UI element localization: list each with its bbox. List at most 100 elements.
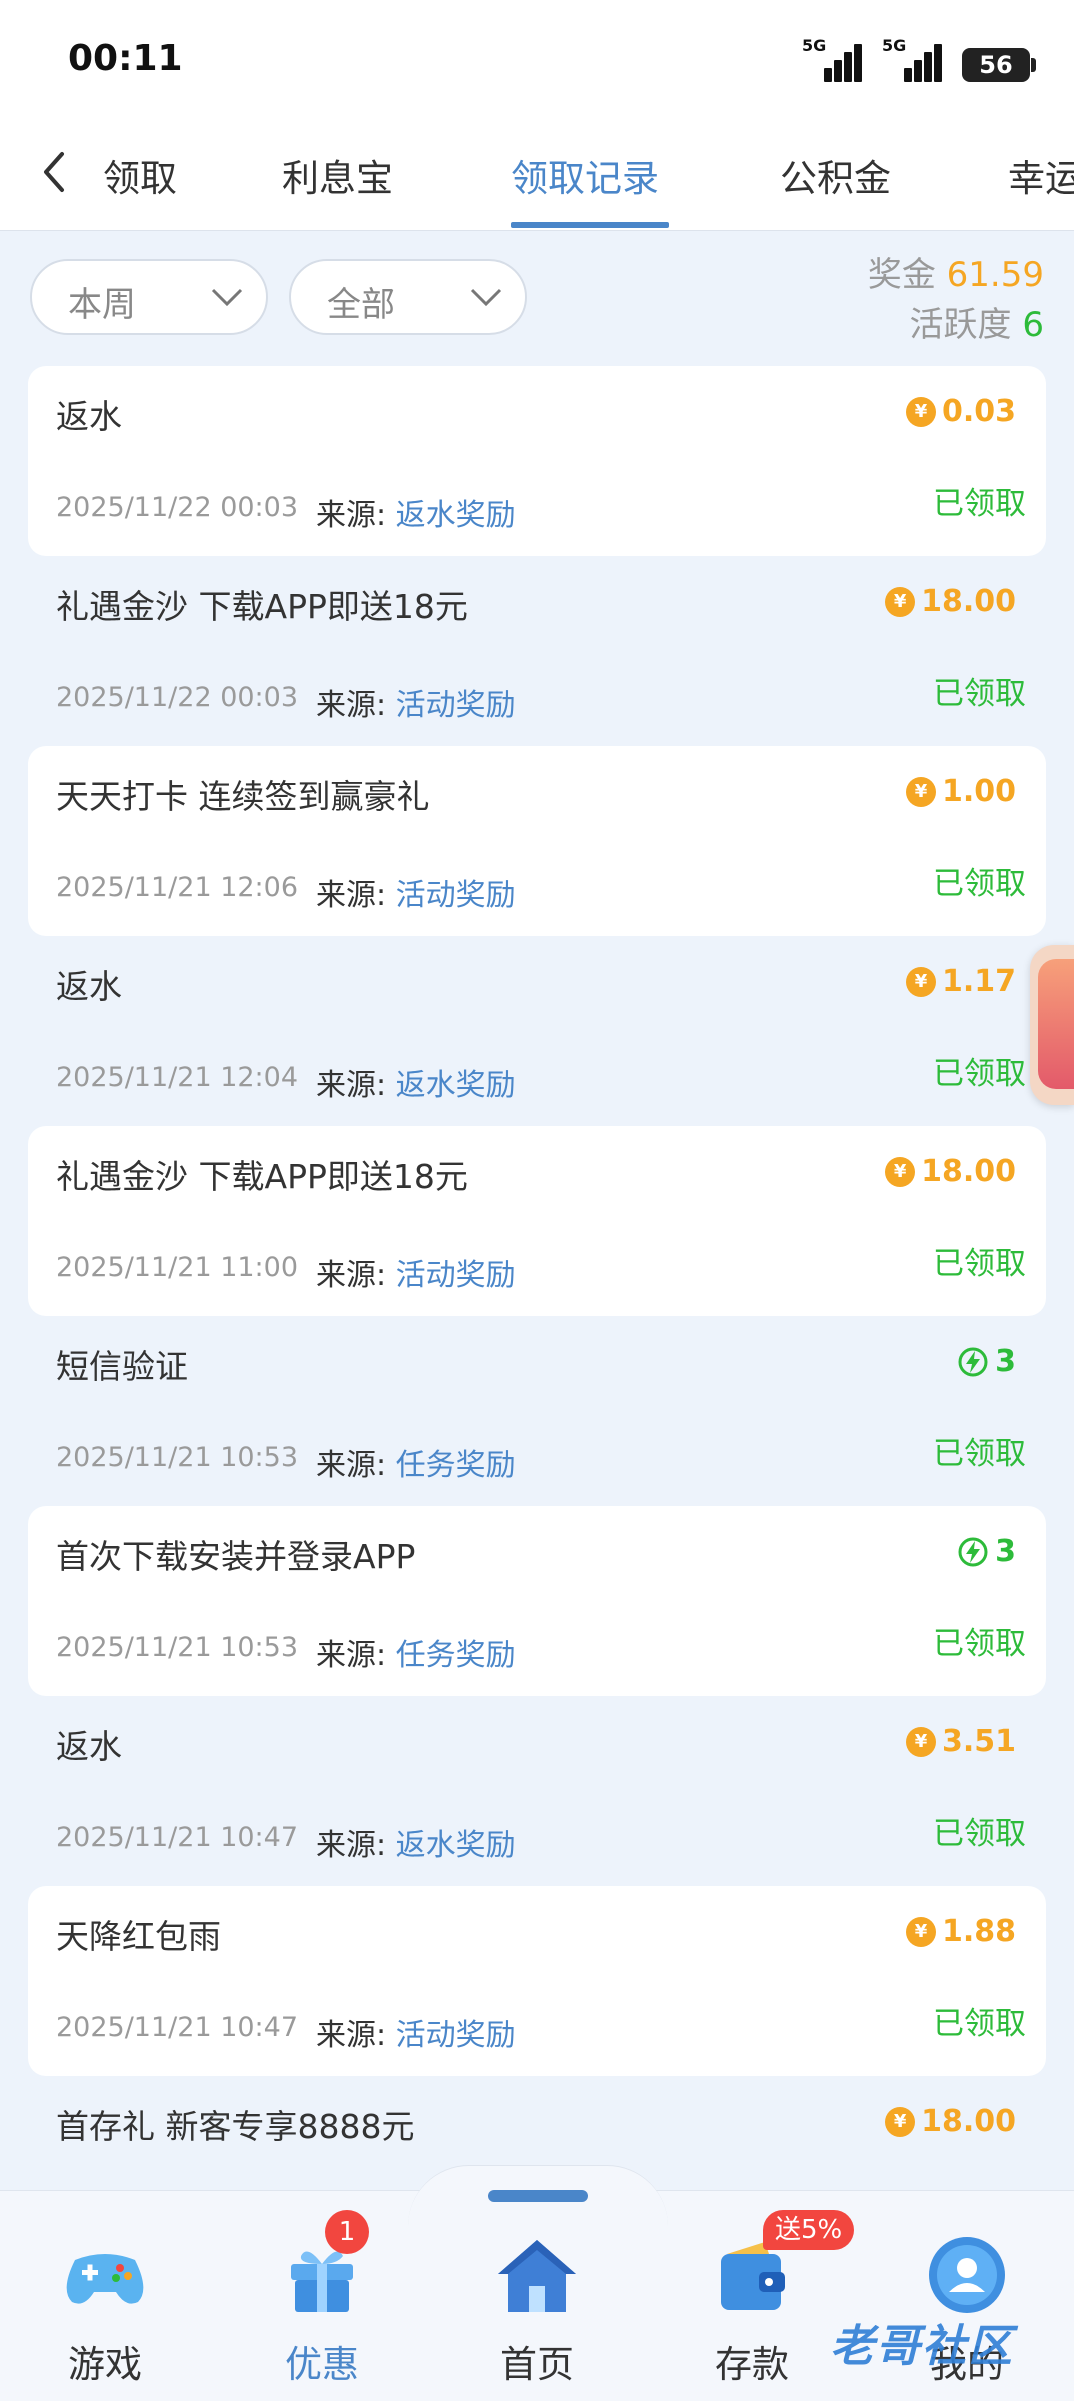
tab-claim-records[interactable]: 领取记录 (511, 148, 659, 202)
record-source: 来源: 活动奖励 (316, 688, 516, 723)
energy-bolt-icon (958, 1347, 988, 1376)
nav-games-label: 游戏 (68, 2343, 142, 2386)
record-title: 礼遇金沙 下载APP即送18元 (56, 1157, 468, 1196)
period-filter[interactable]: 本周 (30, 259, 268, 335)
record-date: 2025/11/21 10:53 (56, 1632, 299, 1663)
record-title: 返水 (56, 967, 122, 1006)
coin-icon: ¥ (905, 396, 936, 427)
record-amount: ¥1.00 (905, 774, 1016, 809)
record-row: 短信验证 3 2025/11/21 10:53 来源: 任务奖励 已领取 (28, 1316, 1046, 1506)
tab-active-indicator (511, 222, 669, 228)
coin-icon: ¥ (905, 966, 936, 997)
nav-games[interactable]: 游戏 (30, 2230, 180, 2388)
record-source: 来源: 返水奖励 (316, 1828, 516, 1863)
record-source-link[interactable]: 任务奖励 (396, 1448, 516, 1483)
gift-icon: 1 (277, 2210, 369, 2320)
record-amount: ¥1.17 (905, 964, 1016, 999)
user-icon (922, 2230, 1012, 2320)
record-row: 礼遇金沙 下载APP即送18元 ¥18.00 2025/11/22 00:03 来源:… (28, 556, 1046, 746)
record-source-link[interactable]: 任务奖励 (396, 1638, 516, 1673)
record-title: 首次下载安装并登录APP (56, 1537, 416, 1576)
nav-home[interactable]: 首页 (462, 2230, 612, 2388)
type-filter[interactable]: 全部 (289, 259, 527, 335)
record-amount: ¥0.03 (905, 394, 1016, 429)
coin-icon: ¥ (885, 1156, 916, 1187)
record-row: 返水 ¥1.17 2025/11/21 12:04 来源: 返水奖励 已领取 (28, 936, 1046, 1126)
back-arrow-icon[interactable] (34, 142, 74, 202)
status-time: 00:11 (68, 38, 183, 79)
nav-promotions[interactable]: 1 优惠 (247, 2210, 397, 2388)
record-date: 2025/11/21 12:06 (56, 872, 299, 903)
chevron-down-icon (211, 288, 243, 307)
period-filter-value: 本周 (68, 285, 136, 325)
record-status: 已领取 (933, 1246, 1026, 1282)
record-amount: ¥3.51 (905, 1724, 1016, 1759)
record-date: 2025/11/21 10:53 (56, 1442, 299, 1473)
record-amount-value: 1.17 (941, 964, 1016, 999)
record-date: 2025/11/21 11:00 (56, 1252, 299, 1283)
watermark-logo: 老哥社区 (830, 2321, 1014, 2372)
record-amount-value: 0.03 (941, 394, 1016, 429)
reward-summary: 奖金 61.59 活跃度 6 (868, 250, 1044, 350)
record-source-link[interactable]: 活动奖励 (396, 878, 516, 913)
record-source: 来源: 任务奖励 (316, 1448, 516, 1483)
record-amount-value: 1.88 (941, 1914, 1016, 1949)
record-status: 已领取 (933, 1056, 1026, 1092)
energy-bolt-icon (958, 1537, 988, 1566)
coin-icon: ¥ (885, 586, 916, 617)
record-amount-value: 18.00 (921, 584, 1016, 619)
nav-home-label: 首页 (500, 2343, 574, 2386)
record-source-link[interactable]: 活动奖励 (396, 2018, 516, 2053)
signal-icon: 5G (882, 36, 944, 82)
record-source-link[interactable]: 活动奖励 (396, 1258, 516, 1293)
bonus-label: 奖金 (867, 255, 936, 295)
record-source-link[interactable]: 返水奖励 (396, 498, 516, 533)
tab-bar: 领取 利息宝 领取记录 公积金 幸运 (0, 120, 1074, 231)
tab-interest[interactable]: 利息宝 (282, 148, 393, 202)
record-status: 已领取 (933, 1626, 1026, 1662)
record-title: 天天打卡 连续签到赢豪礼 (56, 777, 430, 816)
deposit-bonus-badge: 送5% (763, 2210, 855, 2250)
type-filter-value: 全部 (327, 285, 395, 325)
status-icons: 5G 5G 56 (802, 36, 1036, 82)
record-title: 天降红包雨 (56, 1917, 221, 1956)
record-source-link[interactable]: 活动奖励 (396, 688, 516, 723)
record-row: 返水 ¥0.03 2025/11/22 00:03 来源: 返水奖励 已领取 (28, 366, 1046, 556)
bonus-value: 61.59 (946, 255, 1044, 295)
wallet-icon: 送5% (707, 2210, 855, 2320)
record-amount: ¥1.88 (905, 1914, 1016, 1949)
record-status: 已领取 (933, 866, 1026, 902)
record-source-link[interactable]: 返水奖励 (396, 1068, 516, 1103)
tab-lucky[interactable]: 幸运 (1008, 148, 1074, 202)
signal-icon: 5G (802, 36, 864, 82)
activity-value: 6 (1022, 305, 1044, 345)
nav-home-indicator (488, 2190, 588, 2202)
nav-deposit[interactable]: 送5% 存款 (677, 2210, 855, 2388)
record-status: 已领取 (933, 676, 1026, 712)
record-status: 已领取 (933, 2006, 1026, 2042)
record-status: 已领取 (933, 1436, 1026, 1472)
record-amount: ¥18.00 (885, 2104, 1016, 2139)
record-title: 礼遇金沙 下载APP即送18元 (56, 587, 468, 626)
tab-provident-fund[interactable]: 公积金 (780, 148, 891, 202)
record-amount-value: 3 (995, 1344, 1016, 1379)
gamepad-icon (60, 2230, 150, 2320)
record-title: 返水 (56, 397, 122, 436)
home-icon (492, 2230, 582, 2320)
record-amount-value: 1.00 (941, 774, 1016, 809)
tab-claim[interactable]: 领取 (103, 148, 177, 202)
record-row: 天天打卡 连续签到赢豪礼 ¥1.00 2025/11/21 12:06 来源: 活动奖… (28, 746, 1046, 936)
nav-deposit-label: 存款 (715, 2343, 789, 2386)
record-source: 来源: 活动奖励 (316, 1258, 516, 1293)
record-date: 2025/11/21 12:04 (56, 1062, 299, 1093)
coin-icon: ¥ (905, 1916, 936, 1947)
record-source-link[interactable]: 返水奖励 (396, 1828, 516, 1863)
floating-promo-widget[interactable] (1030, 945, 1074, 1105)
record-list: 返水 ¥0.03 2025/11/22 00:03 来源: 返水奖励 已领取 礼遇金沙 下… (28, 366, 1046, 2266)
record-amount-value: 3 (995, 1534, 1016, 1569)
record-date: 2025/11/22 00:03 (56, 492, 299, 523)
chevron-down-icon (470, 288, 502, 307)
battery-icon: 56 (962, 48, 1036, 82)
record-status: 已领取 (933, 486, 1026, 522)
record-source: 来源: 返水奖励 (316, 498, 516, 533)
